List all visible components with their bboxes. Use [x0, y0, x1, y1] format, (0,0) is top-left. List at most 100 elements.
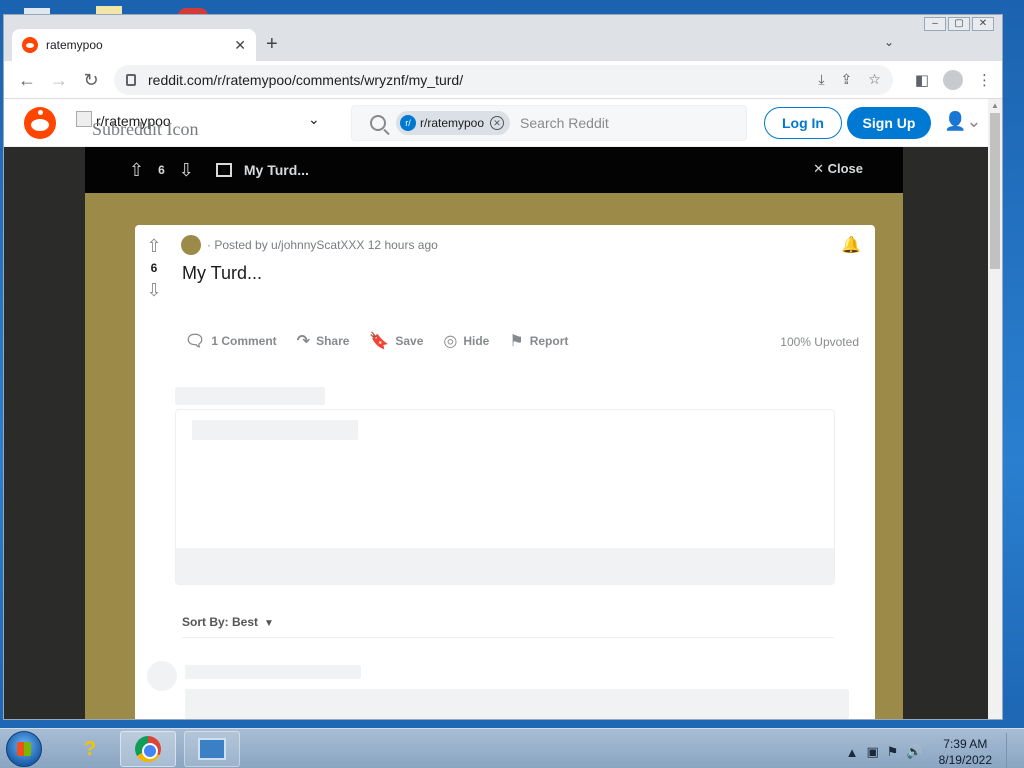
bell-icon[interactable]: 🔔 — [841, 235, 861, 255]
share-arrow-icon: ↷ — [296, 333, 311, 350]
new-tab-button[interactable]: + — [266, 33, 278, 55]
comment-box-placeholder — [175, 409, 835, 585]
upvote-ratio: 100% Upvoted — [780, 335, 859, 349]
save-label: Save — [395, 334, 424, 348]
clear-chip-icon[interactable]: ✕ — [490, 116, 505, 130]
network-icon[interactable]: ▣ — [866, 744, 878, 760]
post-actions: 🗨 1 Comment ↷ Share 🔖 Save ◎ Hide ⚑ Repo… — [185, 331, 568, 351]
downvote-icon[interactable]: ⇩ — [179, 160, 194, 181]
volume-icon[interactable]: 🔊 — [906, 744, 922, 760]
tab-title: ratemypoo — [46, 38, 103, 52]
profile-avatar[interactable] — [943, 69, 963, 90]
vote-column: ⇧ 6 ⇩ — [143, 235, 165, 301]
share-label: Share — [316, 334, 350, 348]
caret-down-icon: ▼ — [264, 618, 274, 629]
share-icon[interactable]: ⇪ — [841, 71, 853, 88]
sort-label: Sort By: Best — [182, 615, 259, 629]
loading-placeholder — [192, 420, 358, 440]
comment-icon: 🗨 — [185, 333, 206, 350]
report-button[interactable]: ⚑ Report — [509, 331, 568, 351]
taskbar-chrome[interactable] — [120, 731, 176, 767]
page-viewport: r/ratemypoo Subreddit Icon ⌄ r/ r/ratemy… — [4, 99, 988, 719]
page-scrollbar[interactable]: ▲ — [988, 99, 1002, 719]
loading-placeholder — [175, 387, 325, 405]
tab-search-chevron-icon[interactable]: ⌄ — [884, 35, 894, 49]
post-top-bar: ⇧ 6 ⇩ My Turd... ✕ Close — [85, 147, 903, 193]
system-tray: ▲ ▣ ⚑ 🔊 7:39 AM 8/19/2022 — [846, 733, 1016, 768]
close-post-button[interactable]: ✕ Close — [813, 161, 863, 177]
forward-button[interactable]: → — [46, 67, 72, 93]
close-window-button[interactable]: ✕ — [972, 17, 994, 31]
maximize-button[interactable]: ▢ — [948, 17, 970, 31]
loading-placeholder — [185, 689, 849, 719]
install-icon[interactable]: ⤓ — [818, 71, 824, 88]
back-button[interactable]: ← — [14, 67, 40, 93]
start-button[interactable] — [6, 731, 42, 767]
share-button[interactable]: ↷ Share — [297, 331, 350, 351]
reddit-logo-icon[interactable] — [24, 107, 56, 139]
modal-overlay-left[interactable] — [4, 147, 85, 719]
browser-tab[interactable]: ratemypoo ✕ — [12, 29, 256, 61]
posted-by[interactable]: · Posted by u/johnnyScatXXX 12 hours ago — [207, 238, 438, 252]
hide-button[interactable]: ◎ Hide — [443, 331, 489, 351]
taskbar-control-panel[interactable] — [184, 731, 240, 767]
user-menu-icon[interactable]: 👤⌄ — [944, 111, 982, 132]
clock[interactable]: 7:39 AM 8/19/2022 — [939, 736, 992, 768]
post-bar-title: My Turd... — [243, 162, 309, 178]
tab-close-button[interactable]: ✕ — [234, 37, 246, 54]
reload-button[interactable]: ↻ — [78, 67, 104, 93]
comments-label: 1 Comment — [211, 334, 277, 348]
report-label: Report — [529, 334, 569, 348]
upvote-icon[interactable]: ⇧ — [143, 235, 165, 257]
subreddit-icon-alt-text: Subreddit Icon — [92, 119, 199, 139]
close-label[interactable]: Close — [828, 161, 863, 176]
flag-icon: ⚑ — [509, 333, 524, 350]
minimize-button[interactable]: – — [924, 17, 946, 31]
scroll-up-icon[interactable]: ▲ — [991, 101, 999, 110]
post-card: ⇧ 6 ⇩ · Posted by u/johnnyScatXXX 12 hou… — [135, 225, 875, 719]
signup-button[interactable]: Sign Up — [847, 107, 931, 139]
search-icon — [370, 115, 386, 131]
chevron-down-icon[interactable]: ⌄ — [308, 111, 320, 128]
subreddit-chip-icon: r/ — [400, 115, 416, 131]
sort-dropdown[interactable]: Sort By: Best ▼ — [182, 615, 274, 629]
bookmark-icon: 🔖 — [369, 333, 390, 350]
subreddit-avatar[interactable] — [181, 235, 201, 255]
search-bar[interactable]: r/ r/ratemypoo ✕ Search Reddit — [351, 105, 747, 141]
post-title: My Turd... — [182, 263, 263, 283]
comments-button[interactable]: 🗨 1 Comment — [185, 331, 277, 351]
lock-icon[interactable] — [126, 73, 136, 86]
chrome-icon — [135, 736, 161, 762]
loading-avatar-placeholder — [147, 661, 177, 691]
reddit-favicon-icon — [22, 37, 38, 53]
scroll-thumb[interactable] — [990, 113, 1000, 269]
search-input[interactable]: Search Reddit — [520, 115, 609, 131]
comment-box-footer — [176, 548, 834, 584]
side-panel-icon[interactable]: ◧ — [915, 71, 929, 89]
clock-time: 7:39 AM — [943, 737, 988, 751]
login-button[interactable]: Log In — [764, 107, 842, 139]
search-chip-label: r/ratemypoo — [420, 116, 485, 130]
loading-placeholder — [185, 665, 361, 679]
upvote-icon[interactable]: ⇧ — [129, 160, 144, 181]
url-text[interactable]: reddit.com/r/ratemypoo/comments/wryznf/m… — [148, 72, 802, 88]
post-meta: · Posted by u/johnnyScatXXX 12 hours ago — [181, 235, 438, 255]
subreddit-broken-image-icon — [76, 111, 92, 127]
post-bar-score: 6 — [158, 163, 165, 177]
control-panel-icon — [198, 738, 226, 760]
search-scope-chip[interactable]: r/ r/ratemypoo ✕ — [396, 111, 511, 135]
bookmark-star-icon[interactable]: ☆ — [868, 71, 881, 88]
menu-kebab-icon[interactable]: ⋮ — [977, 71, 992, 89]
eye-slash-icon: ◎ — [443, 333, 458, 350]
image-post-icon — [215, 163, 232, 177]
downvote-icon[interactable]: ⇩ — [143, 279, 165, 301]
action-center-flag-icon[interactable]: ⚑ — [887, 744, 899, 760]
address-bar[interactable]: reddit.com/r/ratemypoo/comments/wryznf/m… — [114, 64, 893, 95]
save-button[interactable]: 🔖 Save — [369, 331, 423, 351]
show-desktop-button[interactable] — [1006, 733, 1016, 768]
reddit-header: r/ratemypoo Subreddit Icon ⌄ r/ r/ratemy… — [4, 99, 988, 147]
help-icon[interactable]: ? — [62, 731, 118, 767]
hide-label: Hide — [463, 334, 490, 348]
post-score: 6 — [150, 261, 158, 275]
tray-expand-icon[interactable]: ▲ — [846, 745, 859, 760]
